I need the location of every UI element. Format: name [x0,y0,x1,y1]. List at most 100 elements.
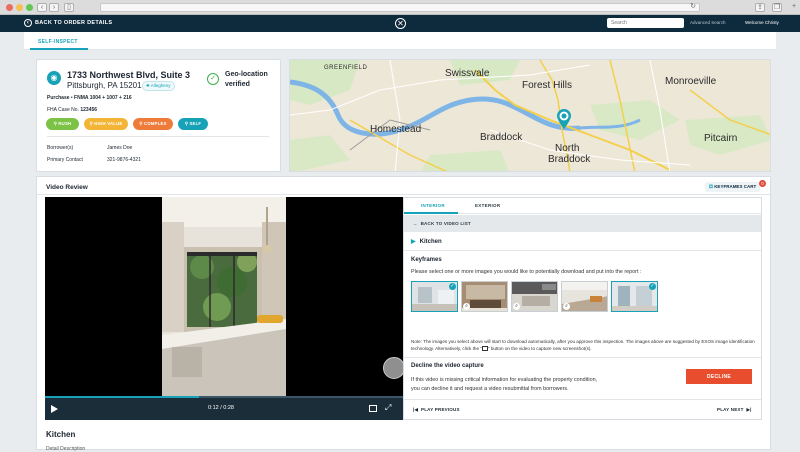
address-line-1: 1733 Northwest Blvd, Suite 3 [67,70,191,80]
divider [404,399,761,400]
tag-complex: ⚲ COMPLEX [133,118,173,130]
address-line-2: Pittsburgh, PA 15201 [67,81,142,90]
borrowers-label: Borrower(s) [47,145,74,151]
tag-label: SELF [189,121,202,126]
close-window-button[interactable] [6,4,13,11]
map-label: Braddock [480,132,523,143]
geo-status-line-2: verified [225,81,250,88]
back-arrow-icon: ‹ [24,18,32,27]
active-tab-indicator [404,212,458,214]
app-header: ‹BACK TO ORDER DETAILS ✕ Advanced Search… [0,15,800,32]
check-icon: ✓ [649,283,656,290]
keyframes-description: Please select one or more images you wou… [411,269,642,275]
skip-previous-icon: |◀ [413,407,419,412]
borrowers-value: James Doe [107,145,133,151]
sidebar-icon[interactable]: ▯ [64,3,74,12]
playback-time: 0:12 / 0:28 [208,405,234,411]
zoom-window-button[interactable] [26,4,33,11]
keyframe-thumbnail[interactable]: ✓ [611,281,658,312]
video-review-title: Video Review [46,184,88,191]
search-input[interactable] [607,18,684,28]
new-tab-icon[interactable]: + [789,3,799,12]
contact-value: 321-9876-4321 [107,157,141,163]
room-title[interactable]: ▶ Kitchen [411,238,442,245]
back-label: BACK TO ORDER DETAILS [35,20,113,26]
play-next-button[interactable]: PLAY NEXT ▶| [717,407,752,413]
room-label: Kitchen [419,239,442,245]
divider [47,136,269,137]
map-label: GREENFIELD [324,65,368,71]
video-frame [162,197,286,400]
check-circle-icon: ✓ [207,73,219,85]
fullscreen-icon[interactable]: ⤢ [385,403,391,413]
map-label: Swissvale [445,68,490,79]
map-label: Pitcairn [704,133,738,144]
capture-handle[interactable] [383,357,403,379]
keyframes-title: Keyframes [411,257,442,263]
tag-high-value: ⚲ HIGH VALUE [84,118,128,130]
play-next-label: PLAY NEXT [717,407,744,412]
user-menu[interactable]: Welcome Christy [745,20,779,25]
address-bar[interactable] [100,3,700,12]
tag-self: ⚲ SELF [178,118,208,130]
arrow-left-icon: ← [413,221,418,226]
forward-arrow-icon[interactable]: › [49,3,59,12]
app-logo[interactable]: ✕ [395,18,406,29]
tab-self-inspect[interactable]: SELF-INSPECT [38,39,78,45]
keyframe-thumbnail[interactable]: ⌕ [511,281,558,312]
video-player[interactable]: 0:12 / 0:28 ⤢ [45,197,403,420]
keyframes-note: Note: The images you select above will s… [411,339,756,352]
map-label: Forest Hills [522,80,573,91]
zoom-icon[interactable]: ⌕ [513,303,520,310]
decline-title: Decline the video capture [411,363,484,369]
capture-screenshot-icon[interactable] [369,405,377,412]
tab-strip: SELF-INSPECT [24,32,776,50]
advanced-search-link[interactable]: Advanced Search [690,20,726,25]
share-icon[interactable]: ⇪ [755,3,765,12]
zoom-icon[interactable]: ⌕ [463,303,470,310]
play-triangle-icon: ▶ [411,239,416,245]
divider [37,194,770,195]
fha-row: FHA Case No. 123456 [47,107,97,113]
keyframes-panel: INTERIOR EXTERIOR ← BACK TO VIDEO LIST ▶… [403,197,762,420]
tag-label: COMPLEX [144,121,167,126]
play-icon[interactable] [51,405,58,413]
cart-count-badge: 0 [759,180,766,187]
fha-value: 123456 [80,107,98,113]
back-to-order-details-link[interactable]: ‹ BACK TO ORDER DETAILS [24,18,112,28]
browser-toolbar: ‹ › ▯ ↻ ⇪ ❐ + [0,0,800,15]
back-to-list-label: BACK TO VIDEO LIST [420,221,471,226]
player-controls: 0:12 / 0:28 ⤢ [45,398,403,420]
tag-label: RUSH [58,121,72,126]
video-review-panel: Video Review ⚃ KEYFRAMES CART 0 0:12 / 0… [36,176,771,452]
map-label: Homestead [370,124,422,135]
tab-interior[interactable]: INTERIOR [421,203,445,208]
minimize-window-button[interactable] [16,4,23,11]
geo-status-line-1: Geo-location [225,71,268,78]
interior-exterior-tabs: INTERIOR EXTERIOR [404,198,761,214]
decline-button[interactable]: DECLINE [686,369,752,384]
decline-text-line-2: you can decline it and request a video r… [411,386,569,392]
keyframe-thumbnail[interactable]: ✓ [411,281,458,312]
keyframes-cart-button[interactable]: ⚃ KEYFRAMES CART [705,182,761,192]
fha-label: FHA Case No. [47,107,79,113]
keyframe-thumbnail[interactable]: ⌕ [461,281,508,312]
county-badge: ✚ Allegheny [142,81,175,91]
section-heading: Kitchen [46,430,76,439]
video-frame-image [162,197,286,400]
location-pin-icon: ◉ [47,71,61,85]
play-previous-button[interactable]: |◀ PLAY PREVIOUS [413,407,460,413]
back-to-video-list-link[interactable]: ← BACK TO VIDEO LIST [404,215,761,232]
keyframe-thumbnail[interactable]: ⌕ [561,281,608,312]
county-label: Allegheny [150,83,171,88]
tag-rush: ⚲ RUSH [46,118,79,130]
location-map[interactable]: GREENFIELD Swissvale Forest Hills Monroe… [289,59,771,172]
back-arrow-icon[interactable]: ‹ [37,3,47,12]
tabs-overview-icon[interactable]: ❐ [772,3,782,12]
zoom-icon[interactable]: ⌕ [563,303,570,310]
tab-exterior[interactable]: EXTERIOR [475,203,500,208]
map-pin-icon[interactable] [556,108,572,130]
reload-icon[interactable]: ↻ [688,3,698,12]
map-label: Braddock [548,154,591,165]
check-icon: ✓ [449,283,456,290]
